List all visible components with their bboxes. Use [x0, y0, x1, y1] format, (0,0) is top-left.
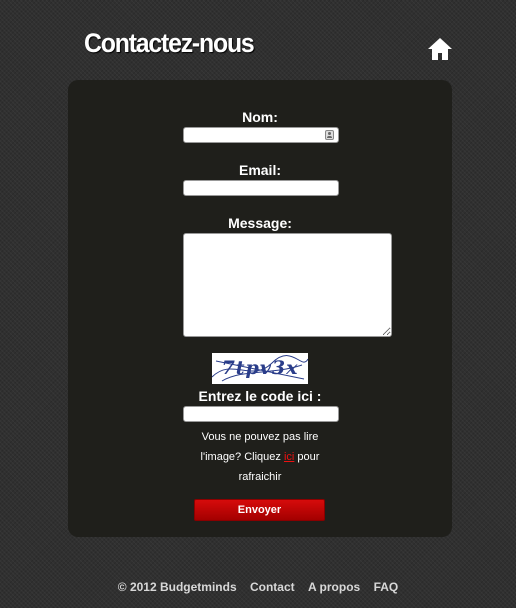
footer-link-contact[interactable]: Contact — [250, 580, 295, 594]
code-label: Entrez le code ici : — [198, 388, 322, 404]
name-label: Nom: — [242, 109, 278, 125]
page-title: Contactez-nous — [84, 28, 255, 58]
captcha-image: 7tpv3x — [212, 353, 308, 384]
captcha-text: 7tpv3x — [221, 357, 299, 379]
footer-link-faq[interactable]: FAQ — [374, 580, 399, 594]
name-field-wrapper — [183, 127, 339, 143]
footer-link-about[interactable]: A propos — [308, 580, 360, 594]
message-field[interactable] — [183, 233, 392, 337]
send-button[interactable]: Envoyer — [194, 499, 325, 521]
refresh-help-text: Vous ne pouvez pas lire l'image? Cliquez… — [190, 427, 330, 487]
name-field[interactable] — [184, 128, 330, 142]
email-field[interactable] — [183, 180, 339, 196]
message-label: Message: — [228, 215, 292, 231]
home-icon[interactable] — [427, 37, 453, 61]
code-field[interactable] — [183, 406, 339, 422]
email-label: Email: — [238, 162, 281, 178]
contact-card-icon[interactable] — [325, 130, 334, 140]
copyright-text: © 2012 Budgetminds — [117, 580, 237, 594]
refresh-link[interactable]: ici — [284, 451, 294, 463]
footer: © 2012 Budgetminds Contact A propos FAQ — [0, 580, 516, 594]
